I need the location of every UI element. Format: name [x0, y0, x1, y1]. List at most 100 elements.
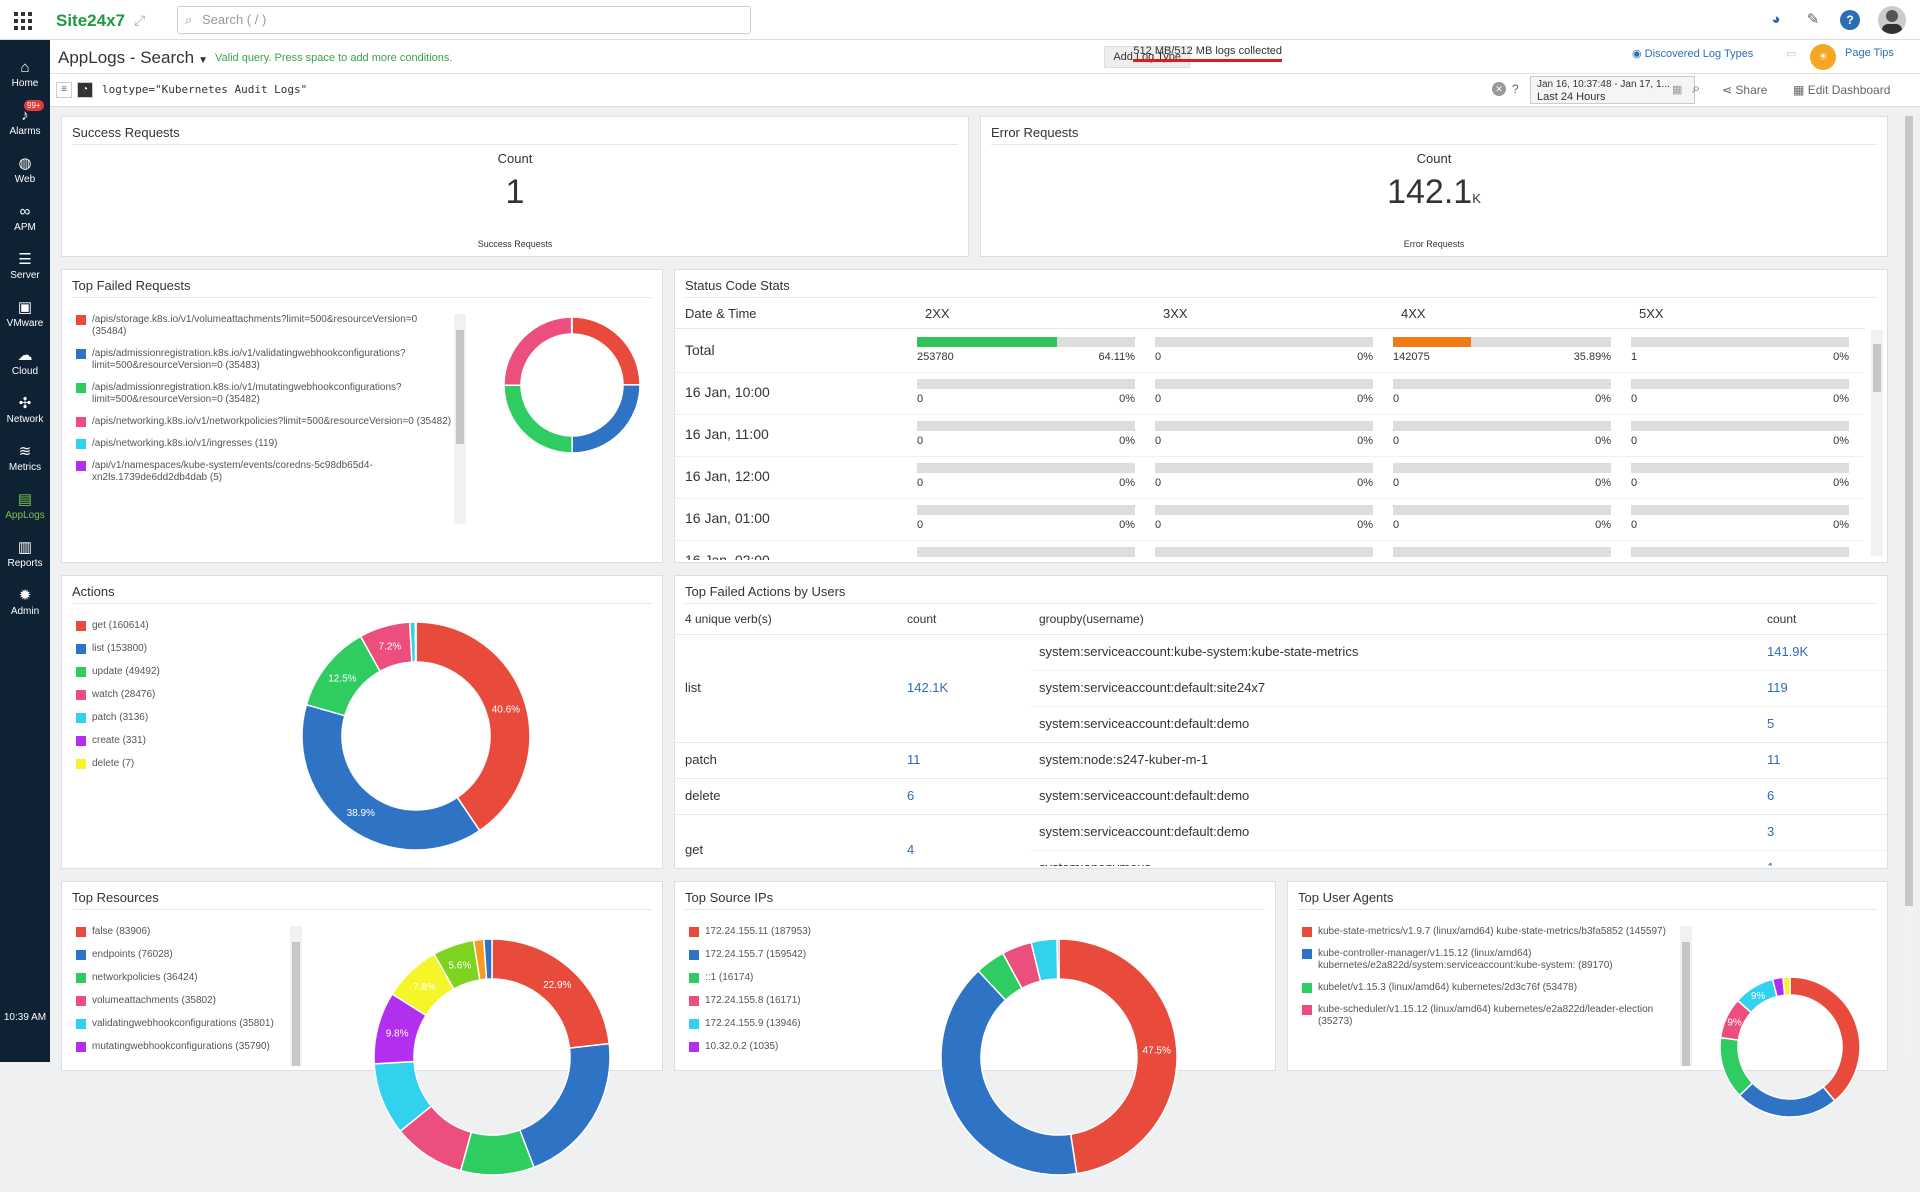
page-title[interactable]: AppLogs - Search▼ [58, 48, 208, 68]
legend-item[interactable]: /apis/networking.k8s.io/v1/ingresses (11… [76, 438, 452, 450]
legend-item[interactable]: volumeattachments (35802) [76, 995, 346, 1007]
legend-item[interactable]: create (331) [76, 735, 316, 747]
user-count-link[interactable]: 141.9K [1767, 644, 1808, 659]
nav-item-applogs[interactable]: ▤AppLogs [0, 484, 50, 532]
legend-item[interactable]: kube-scheduler/v1.15.12 (linux/amd64) ku… [1302, 1004, 1678, 1028]
verb-count-link[interactable]: 6 [907, 788, 914, 803]
donut-slice[interactable] [1790, 977, 1860, 1101]
clear-query-icon[interactable]: ✕ [1492, 82, 1506, 96]
date-range-picker[interactable]: Jan 16, 10:37:48 - Jan 17, 1... Last 24 … [1530, 76, 1695, 104]
legend-item[interactable]: 172.24.155.11 (187953) [689, 926, 909, 938]
discovered-log-types-link[interactable]: ◉ Discovered Log Types [1632, 47, 1753, 60]
query-help-icon[interactable]: ? [1512, 82, 1519, 96]
list-icon[interactable]: ≡ [56, 82, 72, 98]
donut-slice[interactable] [1057, 939, 1059, 979]
legend-item[interactable]: /api/v1/namespaces/kube-system/events/co… [76, 460, 452, 484]
nav-item-apm[interactable]: ∞APM [0, 196, 50, 244]
legend-item[interactable]: endpoints (76028) [76, 949, 346, 961]
legend-item[interactable]: /apis/storage.k8s.io/v1/volumeattachment… [76, 314, 452, 338]
donut-slice[interactable] [941, 971, 1077, 1175]
legend-item[interactable]: kube-state-metrics/v1.9.7 (linux/amd64) … [1302, 926, 1678, 938]
legend-item[interactable]: ::1 (16174) [689, 972, 909, 984]
legend-item[interactable]: false (83906) [76, 926, 346, 938]
donut-slice[interactable] [1783, 977, 1790, 995]
donut-slice[interactable] [572, 317, 640, 385]
legend-item[interactable]: mutatingwebhookconfigurations (35790) [76, 1041, 346, 1053]
verb-count-link[interactable]: 4 [907, 842, 914, 857]
donut-slice[interactable] [461, 1130, 534, 1175]
nav-item-vmware[interactable]: ▣VMware [0, 292, 50, 340]
legend-item[interactable]: delete (7) [76, 758, 316, 770]
nav-item-web[interactable]: ◍Web [0, 148, 50, 196]
legend-item[interactable]: 172.24.155.9 (13946) [689, 1018, 909, 1030]
user-count-link[interactable]: 6 [1767, 788, 1774, 803]
avatar[interactable] [1878, 6, 1906, 34]
nav-item-admin[interactable]: ✹Admin [0, 580, 50, 628]
status-bar-fill [1393, 337, 1471, 347]
page-tips-link[interactable]: Page Tips [1845, 47, 1894, 59]
user-count-link[interactable]: 119 [1767, 680, 1788, 695]
bulb-icon[interactable]: ☀ [1810, 44, 1836, 70]
legend-item[interactable]: update (49492) [76, 666, 316, 678]
legend-item[interactable]: get (160614) [76, 620, 316, 632]
table-scrollbar[interactable] [1871, 330, 1883, 556]
nav-item-cloud[interactable]: ☁Cloud [0, 340, 50, 388]
calendar-icon[interactable]: ▦ [1672, 83, 1682, 96]
wrench-icon[interactable]: ✎ [1803, 10, 1823, 30]
verb-count-link[interactable]: 142.1K [907, 680, 948, 695]
nav-item-network[interactable]: ✣Network [0, 388, 50, 436]
user-count-link[interactable]: 11 [1767, 752, 1781, 767]
status-count: 0 [1155, 435, 1161, 447]
legend-item[interactable]: kube-controller-manager/v1.15.12 (linux/… [1302, 948, 1678, 972]
divider [675, 814, 1887, 815]
edit-dashboard-button[interactable]: ▦ Edit Dashboard [1793, 83, 1890, 97]
legend-item[interactable]: 172.24.155.7 (159542) [689, 949, 909, 961]
screen-icon[interactable]: ▭ [1786, 47, 1796, 60]
user-count-link[interactable]: 5 [1767, 716, 1774, 731]
legend-item[interactable]: /apis/networking.k8s.io/v1/networkpolici… [76, 416, 452, 428]
legend-item[interactable]: watch (28476) [76, 689, 316, 701]
expand-icon[interactable]: ⤢ [134, 12, 145, 29]
legend-scrollbar[interactable] [1680, 926, 1692, 1066]
user-count-link[interactable]: 3 [1767, 824, 1774, 839]
legend-item[interactable]: kubelet/v1.15.3 (linux/amd64) kubernetes… [1302, 982, 1678, 994]
legend-item[interactable]: networkpolicies (36424) [76, 972, 346, 984]
donut-slice[interactable] [416, 622, 530, 831]
main-scrollbar[interactable] [1903, 108, 1915, 1062]
search-icon[interactable]: ⌕ [1692, 80, 1700, 97]
donut-slice[interactable] [572, 385, 640, 453]
chat-icon[interactable]: ◕ [1766, 10, 1786, 30]
query-input[interactable]: logtype="Kubernetes Audit Logs" [102, 83, 307, 96]
donut-slice[interactable] [504, 317, 572, 385]
legend-item[interactable]: 10.32.0.2 (1035) [689, 1041, 909, 1053]
legend-scrollbar[interactable] [290, 926, 302, 1066]
query-mode-icon[interactable]: ◔ [77, 82, 93, 98]
share-button[interactable]: ⋖ Share [1722, 83, 1767, 97]
legend-item[interactable]: list (153800) [76, 643, 316, 655]
legend-item[interactable]: validatingwebhookconfigurations (35801) [76, 1018, 346, 1030]
donut-slice[interactable] [520, 1044, 610, 1168]
donut-slice[interactable] [492, 939, 609, 1048]
legend-item[interactable]: /apis/admissionregistration.k8s.io/v1/va… [76, 348, 452, 372]
brand-logo[interactable]: Site24x7 [56, 11, 125, 31]
verb-count-link[interactable]: 11 [907, 752, 921, 767]
nav-item-server[interactable]: ☰Server [0, 244, 50, 292]
donut-slice[interactable] [302, 705, 480, 850]
donut-slice[interactable] [1740, 1083, 1835, 1117]
nav-item-metrics[interactable]: ≋Metrics [0, 436, 50, 484]
donut-slice[interactable] [1720, 1038, 1753, 1096]
nav-item-alarms[interactable]: ♪Alarms99+ [0, 100, 50, 148]
donut-slice[interactable] [504, 385, 572, 453]
app-grid-icon[interactable] [14, 12, 32, 30]
nav-item-reports[interactable]: ▥Reports [0, 532, 50, 580]
legend-scrollbar[interactable] [454, 314, 466, 524]
legend-item[interactable]: 172.24.155.8 (16171) [689, 995, 909, 1007]
legend-item[interactable]: patch (3136) [76, 712, 316, 724]
user-count-link[interactable]: 1 [1767, 860, 1774, 866]
nav-item-home[interactable]: ⌂Home [0, 52, 50, 100]
global-search-input[interactable]: ⌕ Search ( / ) [177, 6, 751, 34]
help-icon[interactable]: ? [1840, 10, 1860, 30]
globe-icon: ◍ [0, 154, 50, 174]
legend-item[interactable]: /apis/admissionregistration.k8s.io/v1/mu… [76, 382, 452, 406]
clock: 10:39 AM [0, 1012, 50, 1023]
